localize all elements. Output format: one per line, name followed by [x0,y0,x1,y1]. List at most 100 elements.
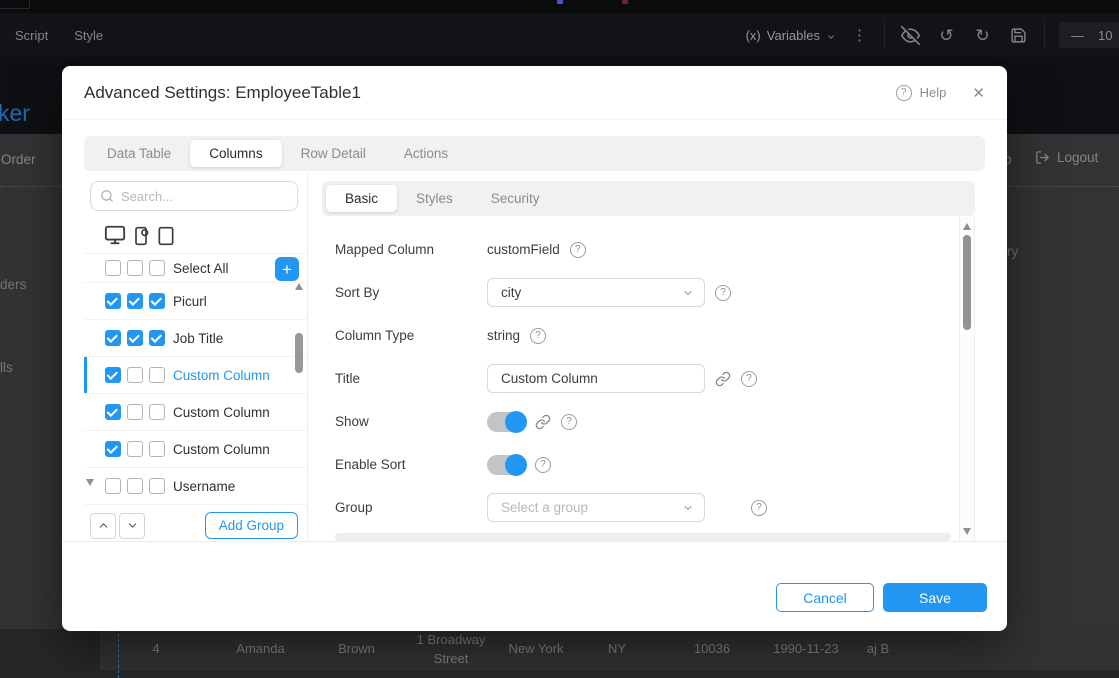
checkbox[interactable] [149,260,165,276]
toolbar-divider [884,22,885,48]
tab-actions[interactable]: Actions [385,140,467,167]
scrollbar-thumb[interactable] [295,333,303,373]
checkbox[interactable] [149,478,165,494]
variables-dropdown[interactable]: (x) Variables [746,28,836,43]
help-icon[interactable]: ? [751,500,767,516]
tab-data-table[interactable]: Data Table [88,140,190,167]
field-row-mapped-column: Mapped ColumncustomField? [322,228,975,271]
help-label[interactable]: Help [920,85,947,100]
title-input[interactable] [487,364,705,393]
sort-by-select[interactable]: city [487,278,705,307]
tab-style[interactable]: Style [74,28,103,43]
checkbox[interactable] [149,404,165,420]
field-value: string [487,328,520,343]
checkbox[interactable] [105,478,121,494]
checkbox[interactable] [127,404,143,420]
tab-row-detail[interactable]: Row Detail [282,140,385,167]
checkbox[interactable] [105,293,121,309]
column-list-item[interactable]: Custom Column [84,431,307,468]
subtab-security[interactable]: Security [472,185,559,212]
nav-item-order-fragment: Order [1,152,36,167]
eye-off-icon[interactable] [901,26,920,45]
checkbox[interactable] [149,441,165,457]
help-icon[interactable]: ? [535,457,551,473]
scroll-up-icon[interactable] [295,283,303,290]
help-icon[interactable]: ? [715,285,731,301]
checkbox[interactable] [149,367,165,383]
zoom-control[interactable]: — 10 [1059,22,1119,48]
checkbox[interactable] [105,260,121,276]
column-list-item[interactable]: Job Title [84,320,307,357]
kebab-menu-icon[interactable]: ⋮ [852,26,868,44]
sidebar-scrollbar[interactable] [293,283,305,503]
save-button[interactable]: Save [883,583,987,612]
help-icon[interactable]: ? [570,242,586,258]
scroll-down-icon[interactable] [963,528,971,535]
help-icon[interactable]: ? [561,414,577,430]
save-icon[interactable] [1009,26,1028,45]
screen: ker Order p Logout ders lls ry 4AmandaBr… [0,0,1119,678]
table-cell: 4 [100,640,212,659]
checkbox[interactable] [105,404,121,420]
field-control: Select a group? [487,493,767,522]
scroll-up-icon[interactable] [963,223,971,230]
scrollbar-thumb[interactable] [963,235,971,330]
vertical-scrollbar[interactable] [959,217,975,541]
modal-header: Advanced Settings: EmployeeTable1 ? Help… [62,66,1007,120]
undo-icon[interactable]: ↺ [937,26,956,45]
logout-button[interactable]: Logout [1035,150,1098,165]
help-icon[interactable]: ? [896,85,912,101]
app-logo-fragment: ker [0,100,30,127]
tab-columns[interactable]: Columns [190,140,281,167]
show-toggle[interactable] [487,412,525,432]
link-icon[interactable] [535,414,551,430]
link-icon[interactable] [715,371,731,387]
add-column-button[interactable]: + [275,257,299,281]
checkbox[interactable] [149,330,165,346]
horizontal-scrollbar[interactable] [335,533,951,541]
cancel-button[interactable]: Cancel [776,583,874,612]
search-box[interactable] [90,181,298,211]
checkbox[interactable] [105,367,121,383]
field-label: Group [335,500,487,515]
checkbox[interactable] [127,330,143,346]
add-group-button[interactable]: Add Group [205,512,298,539]
redo-icon[interactable]: ↻ [973,26,992,45]
logout-icon [1035,150,1050,165]
column-list-item[interactable]: Custom Column [84,394,307,431]
column-list-item[interactable]: Custom Column [84,357,307,394]
help-icon[interactable]: ? [741,371,757,387]
tab-script[interactable]: Script [15,28,48,43]
checkbox[interactable] [127,260,143,276]
select-all-row[interactable]: Select All + [84,253,307,283]
checkbox[interactable] [127,478,143,494]
tablet-icon[interactable] [156,226,176,246]
subtab-basic[interactable]: Basic [326,185,397,212]
variables-icon: (x) [746,28,761,43]
close-icon[interactable]: ✕ [972,84,985,102]
desktop-icon[interactable] [104,224,126,246]
select-all-label: Select All [173,261,229,276]
move-up-button[interactable] [90,513,116,539]
column-list-item[interactable]: Username [84,468,307,505]
column-settings-panel: BasicStylesSecurity Mapped ColumncustomF… [322,171,975,541]
scroll-down-icon[interactable] [86,479,94,486]
subtab-styles[interactable]: Styles [397,185,472,212]
column-list-item[interactable]: Picurl [84,283,307,320]
move-down-button[interactable] [119,513,145,539]
sidebar-scroll-down[interactable] [84,479,96,489]
checkbox[interactable] [105,330,121,346]
checkbox[interactable] [149,293,165,309]
group-select[interactable]: Select a group [487,493,705,522]
help-icon[interactable]: ? [530,328,546,344]
field-control: ? [487,412,577,432]
mobile-icon[interactable] [131,226,151,246]
checkbox[interactable] [127,367,143,383]
enable-sort-toggle[interactable] [487,455,525,475]
zoom-out-icon[interactable]: — [1071,28,1084,43]
table-cell: 1 Broadway Street [404,631,498,669]
checkbox[interactable] [105,441,121,457]
search-input[interactable] [121,189,271,204]
checkbox[interactable] [127,293,143,309]
checkbox[interactable] [127,441,143,457]
